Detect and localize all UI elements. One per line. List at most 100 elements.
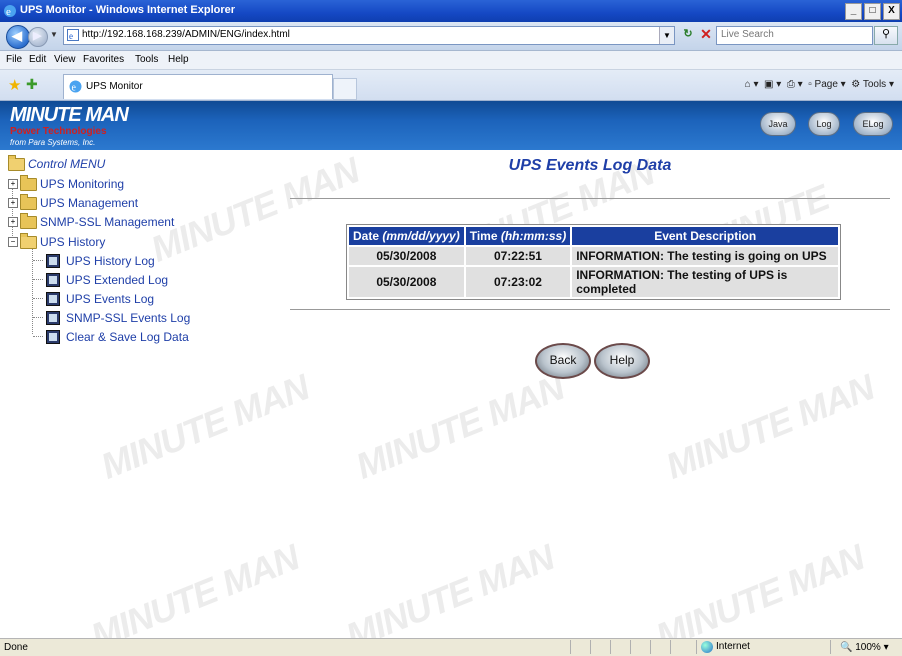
document-icon: [46, 273, 60, 287]
cell-date: 05/30/2008: [349, 247, 464, 265]
brand-subtitle: Power Technologies: [10, 126, 107, 137]
watermark-logo: MINUTE MAN: [85, 536, 305, 638]
svg-text:e: e: [6, 6, 11, 18]
address-dropdown-icon[interactable]: ▼: [659, 27, 674, 44]
search-input[interactable]: Live Search: [716, 26, 873, 45]
elog-button[interactable]: ELog: [853, 112, 893, 136]
table-row: 05/30/2008 07:22:51 INFORMATION: The tes…: [349, 247, 839, 265]
watermark-logo: MINUTE MAN: [660, 366, 880, 487]
history-dropdown-icon[interactable]: ▼: [50, 30, 58, 39]
menu-favorites[interactable]: Favorites: [83, 54, 124, 65]
document-icon: [46, 292, 60, 306]
help-button[interactable]: Help: [594, 343, 650, 379]
java-button[interactable]: Java: [760, 112, 796, 136]
expand-icon[interactable]: +: [8, 198, 18, 208]
cell-time: 07:22:51: [465, 247, 571, 265]
document-icon: [46, 254, 60, 268]
column-header-time: Time (hh:mm:ss): [465, 227, 571, 245]
expand-icon[interactable]: +: [8, 217, 18, 227]
page-menu[interactable]: Page: [815, 79, 838, 90]
tree-item-label: SNMP-SSL Events Log: [66, 311, 191, 325]
open-folder-icon: [20, 233, 37, 249]
tree-item-label: Clear & Save Log Data: [66, 330, 189, 344]
security-zone: Internet: [716, 641, 750, 652]
cell-date: 05/30/2008: [349, 267, 464, 297]
folder-icon: [20, 175, 37, 191]
feeds-icon[interactable]: ▣: [764, 79, 773, 90]
menu-help[interactable]: Help: [168, 54, 189, 65]
minimize-button[interactable]: _: [845, 3, 862, 20]
refresh-icon[interactable]: ↻: [680, 27, 696, 43]
menu-view[interactable]: View: [54, 54, 76, 65]
open-folder-icon: [8, 155, 25, 171]
tab-bar: ★ ✚ e UPS Monitor ⌂ ▾ ▣ ▾ ⎙ ▾ ▫ Page ▾ ⚙…: [0, 70, 902, 101]
menu-tools[interactable]: Tools: [135, 54, 158, 65]
zoom-level[interactable]: 🔍 100% ▾: [840, 642, 889, 653]
tree-item-label: UPS Monitoring: [40, 177, 125, 191]
events-log-table: Date (mm/dd/yyyy) Time (hh:mm:ss) Event …: [346, 224, 842, 300]
address-toolbar: ◀ ▶ ▼ e http://192.168.168.239/ADMIN/ENG…: [0, 22, 902, 51]
ie-icon: e: [4, 5, 16, 18]
window-title-bar: e UPS Monitor - Windows Internet Explore…: [0, 0, 902, 22]
window-title: UPS Monitor - Windows Internet Explorer: [20, 4, 236, 16]
status-text: Done: [4, 642, 28, 653]
brand-tagline: from Para Systems, Inc.: [10, 138, 96, 147]
column-header-date: Date (mm/dd/yyyy): [349, 227, 464, 245]
collapse-icon[interactable]: −: [8, 237, 18, 247]
tools-gear-icon: ⚙: [851, 79, 861, 90]
tree-item-label: UPS Events Log: [66, 292, 155, 306]
back-page-button[interactable]: Back: [535, 343, 591, 379]
svg-text:e: e: [72, 83, 77, 94]
status-bar: Done Internet 🔍 100% ▾: [0, 638, 902, 656]
ie-tab-icon: e: [69, 80, 82, 93]
divider: [290, 309, 890, 310]
table-row: 05/30/2008 07:23:02 INFORMATION: The tes…: [349, 267, 839, 297]
print-icon[interactable]: ⎙: [787, 79, 795, 90]
document-icon: [46, 311, 60, 325]
back-button[interactable]: ◀: [6, 25, 30, 49]
search-placeholder: Live Search: [721, 29, 774, 40]
menu-file[interactable]: File: [6, 54, 22, 65]
forward-button[interactable]: ▶: [28, 27, 48, 47]
command-bar: ⌂ ▾ ▣ ▾ ⎙ ▾ ▫ Page ▾ ⚙ Tools ▾: [744, 79, 894, 90]
divider: [290, 198, 890, 199]
maximize-button[interactable]: □: [864, 3, 881, 20]
tree-item-label: UPS Management: [40, 196, 139, 210]
address-input[interactable]: e http://192.168.168.239/ADMIN/ENG/index…: [63, 26, 675, 45]
new-tab-button[interactable]: [333, 78, 357, 100]
forward-arrow-icon: ▶: [33, 30, 42, 42]
header-banner: MINUTE MAN Power Technologies from Para …: [0, 101, 902, 150]
tree-item-label: UPS History Log: [66, 254, 155, 268]
tree-root-label: Control MENU: [28, 157, 106, 171]
search-button[interactable]: ⚲: [874, 26, 898, 45]
svg-text:e: e: [69, 31, 73, 41]
watermark-logo: MINUTE MAN: [95, 366, 315, 487]
favorites-star-icon[interactable]: ★: [8, 76, 21, 94]
tree-item-label: UPS Extended Log: [66, 273, 169, 287]
page-viewport: MINUTE MAN MINUTE MAN MINUTE MAN MINUTE …: [0, 101, 902, 638]
menu-edit[interactable]: Edit: [29, 54, 46, 65]
add-favorite-icon[interactable]: ✚: [26, 76, 38, 93]
stop-icon[interactable]: ✕: [698, 26, 714, 42]
home-icon[interactable]: ⌂: [745, 79, 751, 90]
page-menu-icon: ▫: [808, 79, 812, 90]
brand-logo: MINUTE MAN: [10, 104, 129, 126]
cell-time: 07:23:02: [465, 267, 571, 297]
watermark-logo: MINUTE MAN: [340, 536, 560, 638]
cell-event: INFORMATION: The testing of UPS is compl…: [572, 267, 839, 297]
folder-icon: [20, 213, 37, 229]
tab-ups-monitor[interactable]: e UPS Monitor: [63, 74, 333, 99]
page-title: UPS Events Log Data: [508, 157, 672, 174]
globe-icon: [701, 641, 713, 653]
watermark-logo: MINUTE MAN: [350, 366, 570, 487]
tree-item-label: UPS History: [40, 235, 106, 249]
close-button[interactable]: X: [883, 3, 900, 20]
log-button[interactable]: Log: [808, 112, 840, 136]
tree-item-label: SNMP-SSL Management: [40, 215, 175, 229]
page-icon: e: [67, 29, 79, 41]
expand-icon[interactable]: +: [8, 179, 18, 189]
search-icon: ⚲: [881, 28, 891, 40]
back-arrow-icon: ◀: [12, 28, 22, 43]
tab-title: UPS Monitor: [86, 81, 143, 92]
tools-menu[interactable]: Tools: [863, 79, 886, 90]
